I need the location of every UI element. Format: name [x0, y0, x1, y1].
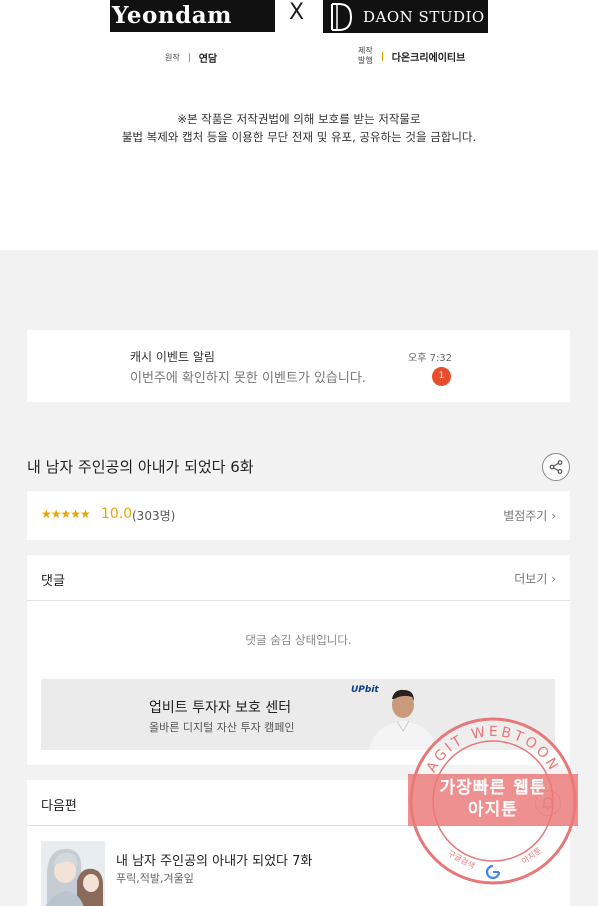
credit-production-value: 다온크리에이티브: [391, 52, 466, 64]
notice-line-2: 불법 복제와 캡처 등을 이용한 무단 전재 및 유포, 공유하는 것을 금합니…: [121, 130, 477, 144]
watermark-banner: 가장빠른 웹툰 아지툰: [408, 774, 578, 826]
credit-production-label-2: 발행: [358, 56, 373, 65]
episode-title: 내 남자 주인공의 아내가 되었다 6화: [27, 458, 254, 476]
event-count-badge: 1: [432, 367, 451, 386]
daon-studio-logo: DAON STUDIO: [323, 0, 488, 33]
comments-header: 댓글 더보기 ›: [27, 555, 570, 601]
ad-person-image: [369, 689, 437, 750]
event-notification[interactable]: 캐시 이벤트 알림 이번주에 확인하지 못한 이벤트가 있습니다. 오후 7:3…: [27, 330, 570, 402]
event-title: 캐시 이벤트 알림: [130, 350, 215, 364]
copyright-notice: ※본 작품은 저작권법에 의해 보호를 받는 저작물로 불법 복제와 캡처 등을…: [0, 110, 598, 146]
upbit-ad-banner[interactable]: 업비트 투자자 보호 센터 올바른 디지털 자산 투자 캠페인 UPbit: [41, 679, 555, 750]
next-episode-authors: 푸릭,적발,겨울잎: [116, 872, 194, 885]
credit-production-label-1: 제작: [358, 46, 373, 55]
watermark-banner-line-2: 아지툰: [468, 800, 518, 820]
credit-original: 원작 연담: [165, 50, 218, 66]
rate-button-label: 별점주기: [503, 509, 548, 523]
comments-more-button[interactable]: 더보기 ›: [514, 570, 556, 587]
daon-studio-text: DAON STUDIO: [363, 7, 485, 26]
rating-card: ★★★★★ 10.0 (303명) 별점주기 ›: [27, 491, 570, 540]
credit-production: 제작 발행 다온크리에이티브: [358, 46, 465, 66]
share-button[interactable]: [542, 453, 570, 481]
share-icon: [549, 460, 563, 474]
comments-more-label: 더보기: [514, 572, 548, 586]
watermark-banner-line-1: 가장빠른 웹툰: [439, 778, 547, 798]
comments-hidden-message: 댓글 숨김 상태입니다.: [245, 633, 352, 647]
rating-count: (303명): [132, 509, 176, 523]
next-episode-title-label: 다음편: [41, 799, 77, 814]
daon-d-icon: [323, 0, 359, 33]
notice-line-1: ※본 작품은 저작권법에 의해 보호를 받는 저작물로: [177, 112, 421, 126]
chevron-right-icon: ›: [551, 509, 556, 523]
next-episode-thumbnail: [41, 841, 105, 906]
ad-subtitle: 올바른 디지털 자산 투자 캠페인: [149, 721, 295, 734]
comments-card: 댓글 더보기 › 댓글 숨김 상태입니다. 업비트 투자자 보호 센터 올바른 …: [27, 555, 570, 765]
yeondam-logo: Yeondam: [110, 0, 275, 32]
collab-separator: X: [289, 0, 305, 25]
event-time: 오후 7:32: [408, 353, 453, 364]
credit-original-value: 연담: [198, 54, 218, 65]
comments-title: 댓글: [41, 574, 65, 589]
event-message: 이번주에 확인하지 못한 이벤트가 있습니다.: [130, 371, 366, 386]
rating-score: 10.0: [101, 506, 133, 522]
chevron-right-icon: ›: [551, 572, 556, 586]
rate-button[interactable]: 별점주기 ›: [503, 507, 556, 524]
copyright-section: Yeondam X DAON STUDIO 원작 연담 제작 발행 다온크리에이…: [0, 0, 598, 250]
credit-original-label: 원작: [165, 52, 180, 62]
ad-title: 업비트 투자자 보호 센터: [149, 700, 292, 716]
star-icons: ★★★★★: [41, 507, 91, 521]
next-episode-title: 내 남자 주인공의 아내가 되었다 7화: [116, 854, 313, 869]
